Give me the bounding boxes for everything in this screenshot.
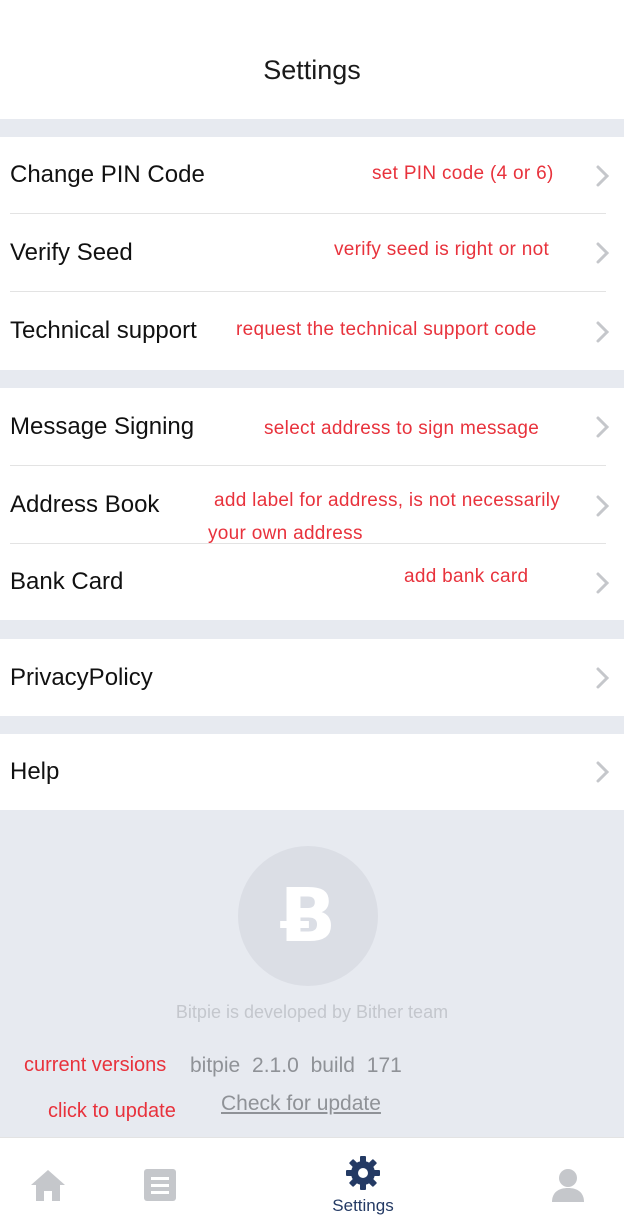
- tab-home[interactable]: [18, 1138, 78, 1230]
- change-pin-hint: set PIN code (4 or 6): [372, 163, 554, 184]
- technical-support-hint: request the technical support code: [236, 319, 537, 340]
- help-row[interactable]: Help: [10, 734, 606, 810]
- help-label: Help: [10, 758, 60, 785]
- chevron-right-icon: [594, 318, 612, 346]
- bank-card-label: Bank Card: [10, 568, 124, 595]
- settings-group-tools: Message Signing select address to sign m…: [0, 388, 624, 620]
- settings-group-privacy: PrivacyPolicy: [0, 639, 624, 716]
- user-icon: [552, 1168, 584, 1202]
- chevron-right-icon: [594, 239, 612, 267]
- chevron-right-icon: [594, 758, 612, 786]
- bitcoin-logo-icon: Ƀ: [238, 846, 378, 986]
- check-for-update-link[interactable]: Check for update: [221, 1092, 381, 1116]
- home-icon: [31, 1169, 65, 1201]
- verify-seed-hint: verify seed is right or not: [334, 239, 550, 260]
- message-signing-hint: select address to sign message: [264, 418, 540, 439]
- gear-icon: [346, 1155, 380, 1190]
- list-icon: [144, 1168, 176, 1201]
- settings-group-security: Change PIN Code set PIN code (4 or 6) Ve…: [0, 137, 624, 370]
- chevron-right-icon: [594, 664, 612, 692]
- bank-card-hint: add bank card: [404, 566, 529, 587]
- chevron-right-icon: [594, 413, 612, 441]
- address-book-label: Address Book: [10, 490, 160, 518]
- chevron-right-icon: [594, 569, 612, 597]
- chevron-right-icon: [594, 162, 612, 190]
- tab-profile[interactable]: [538, 1138, 598, 1230]
- bitcoin-logo-glyph: Ƀ: [279, 873, 337, 959]
- bottom-tab-bar: Settings: [0, 1137, 624, 1230]
- verify-seed-label: Verify Seed: [10, 238, 133, 266]
- privacy-policy-label: PrivacyPolicy: [10, 663, 153, 691]
- tab-transactions[interactable]: [130, 1138, 190, 1230]
- click-to-update-label: click to update: [48, 1100, 176, 1122]
- address-book-hint: add label for address, is not necessaril…: [214, 490, 561, 511]
- privacy-policy-row[interactable]: PrivacyPolicy: [10, 639, 606, 716]
- chevron-right-icon: [594, 492, 612, 520]
- address-book-hint-line2: your own address: [208, 523, 363, 544]
- page-title: Settings: [263, 55, 361, 85]
- settings-group-help: Help: [0, 734, 624, 810]
- tab-settings[interactable]: Settings: [318, 1138, 408, 1230]
- current-versions-label: current versions: [24, 1054, 167, 1076]
- message-signing-label: Message Signing: [10, 412, 195, 440]
- header: Settings: [0, 0, 624, 119]
- version-text: bitpie 2.1.0 build 171: [190, 1054, 402, 1077]
- technical-support-label: Technical support: [10, 317, 197, 344]
- change-pin-label: Change PIN Code: [10, 161, 205, 188]
- developed-by-text: Bitpie is developed by Bither team: [175, 1002, 449, 1022]
- tab-settings-label: Settings: [332, 1195, 394, 1215]
